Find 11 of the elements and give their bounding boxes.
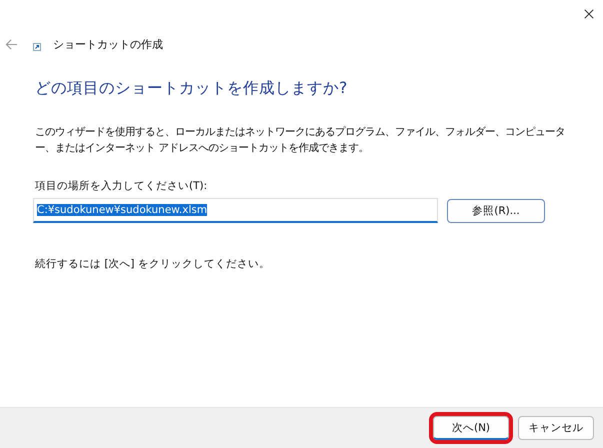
wizard-heading: どの項目のショートカットを作成しますか? — [35, 78, 348, 99]
dialog-button[interactable]: キャンセル — [518, 416, 594, 440]
window-title: ショートカットの作成 — [53, 36, 163, 52]
back-arrow-icon[interactable] — [5, 38, 18, 50]
shortcut-icon — [33, 42, 41, 50]
instruction-text: 続行するには [次へ] をクリックしてください。 — [35, 257, 271, 271]
close-icon[interactable] — [584, 9, 594, 19]
description-text: このウィザードを使用すると、ローカルまたはネットワークにあるプログラム、ファイル、フォルダー、コンピューター、またはインターネット アドレスへのショートカットを作成できます。 — [35, 125, 566, 156]
location-field[interactable]: C:¥sudokunew¥sudokunew.xlsm — [33, 198, 438, 223]
field-label: 項目の場所を入力してください(T): — [35, 179, 208, 193]
browse-button[interactable]: 参照(R)... — [447, 198, 545, 222]
